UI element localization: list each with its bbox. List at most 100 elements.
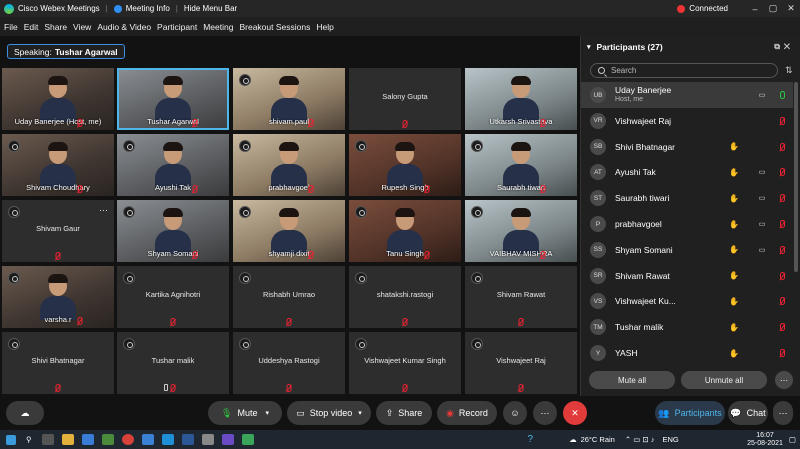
menu-edit[interactable]: Edit	[24, 22, 39, 32]
taskbar-clock[interactable]: 16:07 25-08-2021	[747, 432, 783, 448]
participant-list-item[interactable]: SR Shivam Rawat ✋	[581, 263, 793, 289]
stop-video-button[interactable]: ▭ Stop video ▾	[287, 401, 371, 425]
participant-video-tile[interactable]: Shivam Rawat	[465, 266, 577, 328]
participants-toggle-button[interactable]: 👥 Participants	[655, 401, 725, 425]
participant-video-tile[interactable]: varsha.r	[2, 266, 114, 328]
connection-status[interactable]: Connected	[689, 4, 728, 13]
participant-list-scrollbar[interactable]	[794, 82, 798, 272]
participant-video-tile[interactable]: Rishabh Umrao	[233, 266, 345, 328]
participant-list-item[interactable]: SB Shivi Bhatnagar ✋	[581, 134, 793, 160]
participant-video-tile[interactable]: Utkarsh Srivastava	[465, 68, 577, 130]
record-button[interactable]: ◉ Record	[437, 401, 497, 425]
menu-view[interactable]: View	[73, 22, 91, 32]
participant-video-tile[interactable]: Shivi Bhatnagar	[2, 332, 114, 394]
participant-search-input[interactable]: Search	[590, 63, 778, 78]
hide-menu-bar-button[interactable]: Hide Menu Bar	[184, 4, 237, 13]
participant-video-tile[interactable]: Uddeshya Rastogi	[233, 332, 345, 394]
mute-button[interactable]: 🎙 Mute ▾	[208, 401, 282, 425]
maximize-button[interactable]: ▢	[764, 3, 782, 14]
participant-video-tile[interactable]: shyamji dixit	[233, 200, 345, 262]
participant-video-tile[interactable]: Tushar Agarwal	[117, 68, 229, 130]
reactions-button[interactable]: ☺	[503, 401, 527, 425]
chevron-down-icon[interactable]: ▾	[358, 409, 362, 417]
participant-video-tile[interactable]: Salony Gupta	[349, 68, 461, 130]
weather-text[interactable]: 26°C Rain	[581, 435, 615, 444]
panel-more-button[interactable]: ⋯	[773, 401, 793, 425]
participant-video-tile[interactable]: Vishwajeet Raj	[465, 332, 577, 394]
participant-video-tile[interactable]: Tanu Singh	[349, 200, 461, 262]
leave-meeting-button[interactable]: ✕	[563, 401, 587, 425]
unmute-all-button[interactable]: Unmute all	[681, 371, 767, 389]
calendar-icon[interactable]	[101, 434, 114, 445]
minimize-button[interactable]: –	[746, 4, 764, 14]
muted-microphone-icon[interactable]	[780, 168, 785, 177]
language-indicator[interactable]: ENG	[663, 435, 679, 444]
participant-video-tile[interactable]: Shivam Gaur ⋯	[2, 200, 114, 262]
settings-icon[interactable]	[201, 434, 214, 445]
participant-video-tile[interactable]: Kartika Agnihotri	[117, 266, 229, 328]
mail-icon[interactable]	[81, 434, 94, 445]
participant-video-tile[interactable]: Vishwajeet Kumar Singh	[349, 332, 461, 394]
sort-icon[interactable]: ⇅	[785, 65, 793, 76]
participant-list-item[interactable]: AT Ayushi Tak ✋ ▭	[581, 159, 793, 185]
help-icon[interactable]: ?	[528, 434, 534, 445]
share-button[interactable]: ⇪ Share	[376, 401, 432, 425]
muted-microphone-icon[interactable]	[780, 297, 785, 306]
menu-participant[interactable]: Participant	[157, 22, 197, 32]
participant-video-tile[interactable]: Uday Banerjee (Host, me)	[2, 68, 114, 130]
participant-list-item[interactable]: ST Saurabh tiwari ✋ ▭	[581, 185, 793, 211]
tile-more-icon[interactable]: ⋯	[99, 205, 108, 216]
participant-list-item[interactable]: TM Tushar malik ✋	[581, 314, 793, 340]
participant-video-tile[interactable]: Shyam Somani	[117, 200, 229, 262]
more-button[interactable]: ⋯	[533, 401, 557, 425]
participant-video-tile[interactable]: prabhavgoel	[233, 134, 345, 196]
mute-all-button[interactable]: Mute all	[589, 371, 675, 389]
menu-audio-video[interactable]: Audio & Video	[97, 22, 151, 32]
participant-video-tile[interactable]: Ayushi Tak	[117, 134, 229, 196]
notifications-icon[interactable]: ▢	[789, 435, 796, 444]
participant-list-item[interactable]: UB Uday Banerjee Host, me ▭	[581, 82, 793, 108]
muted-microphone-icon[interactable]	[780, 349, 785, 357]
participant-list-item[interactable]: Pprabhavgoel ✋ ▭	[581, 211, 793, 237]
muted-microphone-icon[interactable]	[780, 142, 785, 151]
participant-list-item[interactable]: VS Vishwajeet Ku... ✋	[581, 288, 793, 314]
app-icon[interactable]	[221, 434, 234, 445]
panel-popout-close-icons[interactable]: ⧉✕	[774, 42, 794, 52]
participant-video-tile[interactable]: Shivam Choudhary	[2, 134, 114, 196]
menu-meeting[interactable]: Meeting	[203, 22, 233, 32]
file-explorer-icon[interactable]	[61, 434, 74, 445]
chrome-icon[interactable]	[121, 434, 134, 445]
edge-icon[interactable]	[141, 434, 154, 445]
word-icon[interactable]	[181, 434, 194, 445]
participant-video-tile[interactable]: VAIBHAV MISHRA	[465, 200, 577, 262]
microphone-icon[interactable]	[780, 91, 785, 99]
assistant-button[interactable]: ☁	[6, 401, 44, 425]
close-button[interactable]: ✕	[782, 3, 800, 14]
app-icon[interactable]	[241, 434, 254, 445]
muted-microphone-icon[interactable]	[780, 271, 785, 280]
system-tray-icons[interactable]: ⌃ ▭ ⊡ ♪	[625, 435, 655, 444]
menu-file[interactable]: File	[4, 22, 18, 32]
chat-toggle-button[interactable]: 💬 Chat	[728, 401, 768, 425]
search-icon[interactable]: ⚲	[26, 435, 32, 444]
chevron-down-icon[interactable]: ▾	[265, 409, 269, 417]
muted-microphone-icon[interactable]	[780, 245, 785, 254]
task-view-icon[interactable]	[41, 434, 54, 445]
muted-microphone-icon[interactable]	[780, 116, 785, 125]
participant-video-tile[interactable]: Saurabh tiwari	[465, 134, 577, 196]
muted-microphone-icon[interactable]	[780, 220, 785, 228]
muted-microphone-icon[interactable]	[780, 323, 785, 332]
menu-help[interactable]: Help	[316, 22, 333, 32]
participant-video-tile[interactable]: shatakshi.rastogi	[349, 266, 461, 328]
windows-start-icon[interactable]	[6, 434, 16, 445]
meeting-info-button[interactable]: Meeting Info	[126, 4, 170, 13]
collapse-chevron-icon[interactable]: ▾	[587, 43, 591, 51]
webex-taskbar-icon[interactable]	[161, 434, 174, 445]
participant-list-item[interactable]: VR Vishwajeet Raj	[581, 108, 793, 134]
participant-video-tile[interactable]: shivam.paul	[233, 68, 345, 130]
participant-video-tile[interactable]: Tushar malik	[117, 332, 229, 394]
participant-video-tile[interactable]: Rupesh Singh	[349, 134, 461, 196]
muted-microphone-icon[interactable]	[780, 194, 785, 203]
menu-breakout-sessions[interactable]: Breakout Sessions	[239, 22, 310, 32]
participant-list-item[interactable]: Y YASH ✋	[581, 340, 793, 366]
